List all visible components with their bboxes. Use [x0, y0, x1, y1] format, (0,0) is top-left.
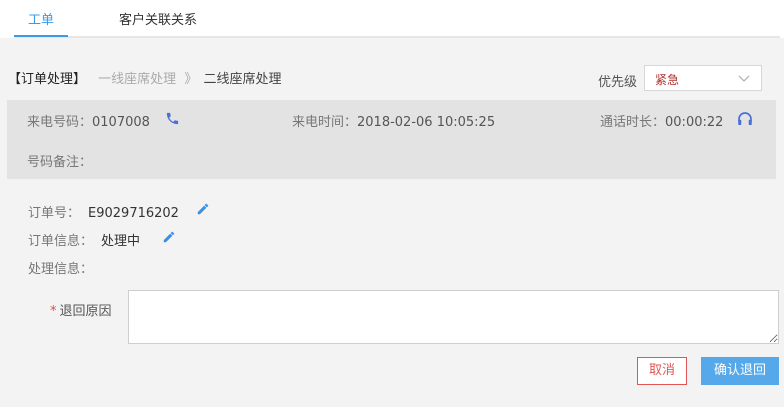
chevron-down-icon [737, 71, 751, 89]
caller-number-label: 来电号码： [27, 115, 93, 130]
breadcrumb: 【订单处理】 一线座席处理 》 二线座席处理 [8, 68, 281, 87]
phone-icon[interactable] [165, 111, 180, 130]
order-number-label: 订单号： [28, 206, 81, 221]
call-info-panel: 来电号码：0107008 来电时间：2018-02-06 10:05:25 通话… [7, 100, 776, 179]
caller-number-value: 0107008 [92, 115, 150, 130]
number-note-label: 号码备注： [27, 155, 93, 170]
call-duration: 通话时长：00:00:22 [600, 111, 723, 130]
process-info-label: 处理信息： [28, 262, 94, 277]
confirm-return-button[interactable]: 确认退回 [701, 357, 779, 385]
call-duration-label: 通话时长： [600, 115, 666, 130]
return-reason-textarea[interactable] [128, 290, 779, 344]
order-number-row: 订单号： E9029716202 [28, 202, 179, 221]
process-info-row: 处理信息： [28, 258, 93, 277]
call-time-label: 来电时间： [292, 115, 358, 130]
priority-label: 优先级 [598, 75, 638, 90]
edit-order-status-pencil-icon[interactable] [162, 230, 176, 248]
call-time-value: 2018-02-06 10:05:25 [357, 115, 496, 130]
caller-number: 来电号码：0107008 [27, 111, 150, 130]
breadcrumb-title: 【订单处理】 [8, 72, 87, 87]
order-status-label: 订单信息： [28, 234, 94, 249]
top-tabs: 工单 客户关联关系 [0, 0, 784, 38]
call-time: 来电时间：2018-02-06 10:05:25 [292, 111, 495, 130]
return-reason-text: 退回原因 [59, 304, 112, 319]
call-duration-value: 00:00:22 [665, 115, 724, 130]
tab-work-order[interactable]: 工单 [28, 9, 54, 28]
priority-value: 紧急 [655, 73, 680, 87]
tabs-divider [14, 36, 780, 38]
priority-select[interactable]: 紧急 [644, 65, 762, 91]
order-status-row: 订单信息： 处理中 [28, 230, 140, 249]
breadcrumb-step-2: 二线座席处理 [203, 72, 282, 87]
breadcrumb-separator: 》 [184, 72, 198, 87]
required-mark: * [50, 304, 57, 319]
tab-customer-relations[interactable]: 客户关联关系 [119, 9, 197, 28]
headset-icon[interactable] [736, 110, 754, 132]
order-number-value: E9029716202 [88, 206, 179, 221]
breadcrumb-step-1[interactable]: 一线座席处理 [98, 72, 176, 87]
cancel-button[interactable]: 取消 [637, 357, 687, 385]
order-status-value: 处理中 [101, 234, 141, 249]
return-reason-label: * 退回原因 [50, 300, 112, 319]
edit-order-number-pencil-icon[interactable] [196, 202, 210, 220]
active-tab-indicator [14, 35, 68, 37]
